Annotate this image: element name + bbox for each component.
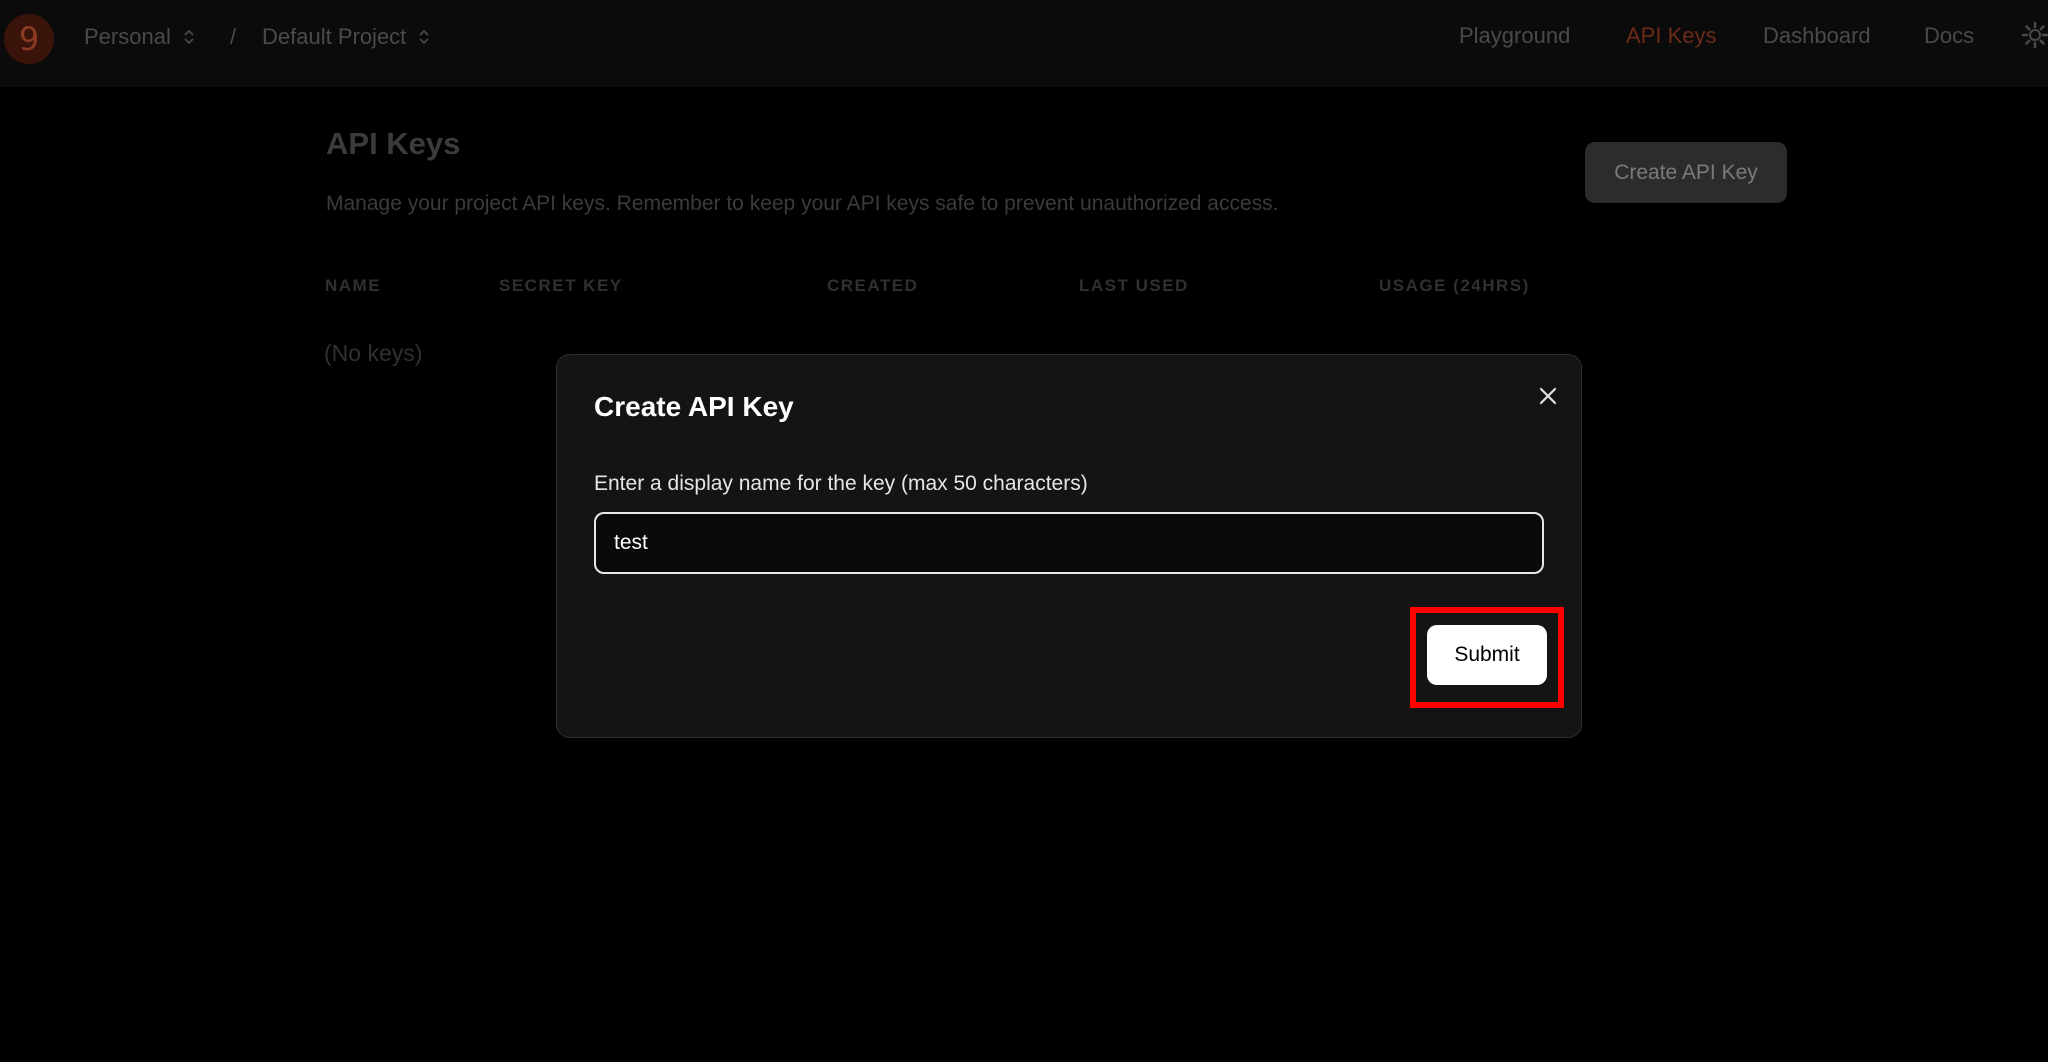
close-icon [1539,387,1557,405]
nav-dashboard[interactable]: Dashboard [1763,23,1871,49]
submit-button[interactable]: Submit [1427,625,1547,685]
column-header-secret-key: SECRET KEY [499,276,623,295]
close-button[interactable] [1533,381,1563,411]
column-header-created: CREATED [827,276,919,295]
create-api-key-button[interactable]: Create API Key [1585,142,1787,203]
column-header-usage: USAGE (24HRS) [1379,276,1530,295]
project-switcher[interactable]: Default Project [262,24,430,50]
column-header-last-used: LAST USED [1079,276,1189,295]
key-name-input[interactable] [594,512,1544,574]
chevron-updown-icon [419,29,429,45]
project-name: Default Project [262,24,407,49]
column-header-name: NAME [325,276,382,295]
key-name-label: Enter a display name for the key (max 50… [594,472,1088,495]
create-api-key-modal: Create API Key Enter a display name for … [556,354,1582,738]
top-navbar: 9 Personal / Default Project Playground … [0,0,2048,87]
page-description: Manage your project API keys. Remember t… [326,192,1279,215]
nav-playground[interactable]: Playground [1459,23,1570,49]
gear-icon[interactable] [2020,20,2048,50]
empty-state-text: (No keys) [324,340,423,366]
breadcrumb-separator: / [230,24,237,49]
logo-text: 9 [18,20,40,58]
chevron-updown-icon [184,29,194,45]
nav-docs[interactable]: Docs [1924,23,1974,49]
page-title: API Keys [326,126,461,161]
nav-api-keys[interactable]: API Keys [1626,23,1716,49]
submit-highlight-box: Submit [1410,607,1564,708]
logo[interactable]: 9 [4,14,54,64]
modal-title: Create API Key [594,391,794,422]
org-name: Personal [84,24,171,49]
org-switcher[interactable]: Personal [84,24,195,50]
